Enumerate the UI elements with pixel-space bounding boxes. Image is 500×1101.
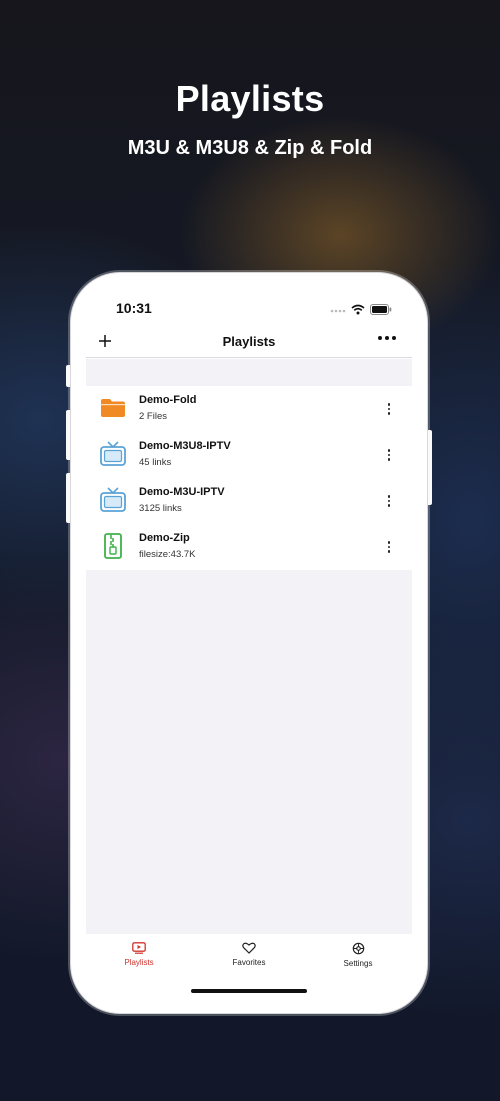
page-title: Playlists bbox=[222, 334, 276, 349]
playlist-title: Demo-Zip bbox=[139, 532, 190, 544]
folder-icon bbox=[99, 394, 127, 422]
more-vertical-icon[interactable] bbox=[387, 495, 390, 507]
list-item[interactable]: Demo-M3U8-IPTV 45 links bbox=[86, 432, 412, 478]
phone-screen: 10:31 Playlists Demo-Fold 2 Files Demo-M… bbox=[86, 288, 412, 994]
playlist-content: Demo-Fold 2 Files Demo-M3U8-IPTV 45 link… bbox=[86, 359, 412, 934]
playlist-title: Demo-Fold bbox=[139, 394, 197, 406]
home-indicator bbox=[191, 989, 307, 993]
tab-label: Playlists bbox=[124, 958, 154, 967]
zip-file-icon bbox=[99, 532, 127, 560]
tab-bar: Playlists Favorites Settings bbox=[86, 934, 412, 984]
promo-subheadline: M3U & M3U8 & Zip & Fold bbox=[127, 137, 373, 159]
tab-label: Favorites bbox=[232, 958, 266, 967]
battery-icon bbox=[370, 302, 392, 320]
playlist-icon bbox=[99, 942, 179, 954]
status-bar: 10:31 bbox=[86, 288, 412, 328]
list-item[interactable]: Demo-Zip filesize:43.7K bbox=[86, 524, 412, 570]
wifi-icon bbox=[351, 302, 365, 320]
playlist-title: Demo-M3U-IPTV bbox=[139, 486, 225, 498]
playlist-subtitle: 45 links bbox=[139, 457, 172, 468]
playlist-list: Demo-Fold 2 Files Demo-M3U8-IPTV 45 link… bbox=[86, 386, 412, 570]
promo-headline: Playlists bbox=[175, 78, 325, 119]
playlist-title: Demo-M3U8-IPTV bbox=[139, 440, 231, 452]
more-vertical-icon[interactable] bbox=[387, 403, 390, 415]
more-horizontal-icon[interactable] bbox=[378, 336, 396, 340]
more-vertical-icon[interactable] bbox=[387, 449, 390, 461]
heart-icon bbox=[209, 942, 289, 954]
more-vertical-icon[interactable] bbox=[387, 541, 390, 553]
tab-label: Settings bbox=[343, 959, 373, 968]
tab-favorites[interactable]: Favorites bbox=[209, 942, 289, 967]
status-time: 10:31 bbox=[116, 300, 152, 316]
tab-playlists[interactable]: Playlists bbox=[99, 942, 179, 967]
navigation-bar: Playlists bbox=[86, 328, 412, 358]
status-icons bbox=[330, 302, 392, 320]
list-item[interactable]: Demo-Fold 2 Files bbox=[86, 386, 412, 432]
signal-icon bbox=[330, 302, 346, 320]
playlist-subtitle: filesize:43.7K bbox=[139, 549, 196, 560]
tv-icon bbox=[99, 440, 127, 468]
list-item[interactable]: Demo-M3U-IPTV 3125 links bbox=[86, 478, 412, 524]
tab-settings[interactable]: Settings bbox=[318, 942, 398, 968]
playlist-subtitle: 2 Files bbox=[139, 411, 167, 422]
settings-icon bbox=[318, 942, 398, 955]
playlist-subtitle: 3125 links bbox=[139, 503, 182, 514]
tv-icon bbox=[99, 486, 127, 514]
